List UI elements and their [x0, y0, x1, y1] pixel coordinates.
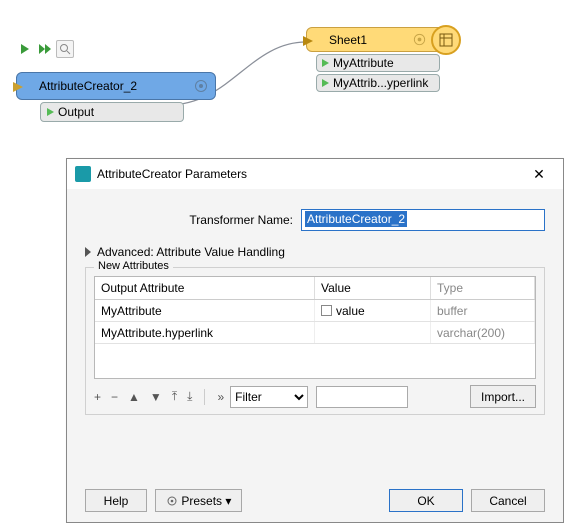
transformer-node[interactable]: AttributeCreator_2 Output — [16, 72, 216, 122]
attributes-table[interactable]: Output Attribute Value Type MyAttribute … — [94, 276, 536, 379]
output-label: Output — [58, 105, 94, 119]
transformer-title: AttributeCreator_2 — [39, 79, 137, 93]
input-port-icon — [302, 35, 314, 47]
move-up-button[interactable]: ▲ — [128, 390, 140, 404]
writer-port[interactable]: MyAttrib...yperlink — [316, 74, 440, 92]
dialog-title: AttributeCreator Parameters — [97, 167, 523, 181]
move-bottom-button[interactable]: ⤓ — [187, 389, 192, 404]
import-button[interactable]: Import... — [470, 385, 536, 408]
writer-port[interactable]: MyAttribute — [316, 54, 440, 72]
checkbox-icon[interactable] — [321, 305, 332, 316]
move-down-button[interactable]: ▼ — [150, 390, 162, 404]
parameters-dialog: AttributeCreator Parameters ✕ Transforme… — [66, 158, 564, 523]
cancel-button[interactable]: Cancel — [471, 489, 545, 512]
col-output-attribute[interactable]: Output Attribute — [95, 277, 315, 299]
help-button[interactable]: Help — [85, 489, 147, 512]
dialog-icon — [75, 166, 91, 182]
run-icon[interactable] — [16, 40, 34, 58]
add-row-button[interactable]: + — [94, 390, 101, 404]
chevron-right-icon — [85, 247, 91, 257]
writer-node[interactable]: Sheet1 MyAttribute MyAttrib...yperlink — [306, 27, 450, 92]
table-row[interactable]: MyAttribute value buffer — [95, 300, 535, 322]
port-icon — [322, 59, 329, 67]
transformer-name-input[interactable]: AttributeCreator_2 — [301, 209, 545, 231]
col-type[interactable]: Type — [431, 277, 535, 299]
output-port[interactable]: Output — [40, 102, 184, 122]
input-port-icon — [12, 81, 24, 93]
ok-button[interactable]: OK — [389, 489, 463, 512]
advanced-toggle[interactable]: Advanced: Attribute Value Handling — [85, 245, 545, 259]
filter-select[interactable]: Filter — [230, 386, 308, 408]
gear-icon[interactable] — [412, 32, 427, 47]
table-row[interactable]: MyAttribute.hyperlink varchar(200) — [95, 322, 535, 344]
table-row[interactable] — [95, 344, 535, 378]
expand-icon[interactable]: » — [217, 390, 222, 404]
remove-row-button[interactable]: − — [111, 390, 118, 404]
presets-button[interactable]: Presets ▾ — [155, 489, 242, 512]
close-icon[interactable]: ✕ — [523, 166, 555, 183]
move-top-button[interactable]: ⤒ — [172, 389, 177, 404]
port-icon — [322, 79, 329, 87]
run-from-icon[interactable] — [36, 40, 54, 58]
transformer-name-label: Transformer Name: — [85, 213, 301, 227]
group-label: New Attributes — [94, 260, 173, 272]
port-icon — [47, 108, 54, 116]
gear-icon — [166, 495, 178, 507]
writer-title: Sheet1 — [329, 33, 367, 47]
col-value[interactable]: Value — [315, 277, 431, 299]
filter-input[interactable] — [316, 386, 408, 408]
inspect-icon[interactable] — [56, 40, 74, 58]
canvas-toolbar — [16, 40, 74, 58]
gear-icon[interactable] — [193, 78, 209, 94]
writer-type-icon — [431, 25, 461, 55]
